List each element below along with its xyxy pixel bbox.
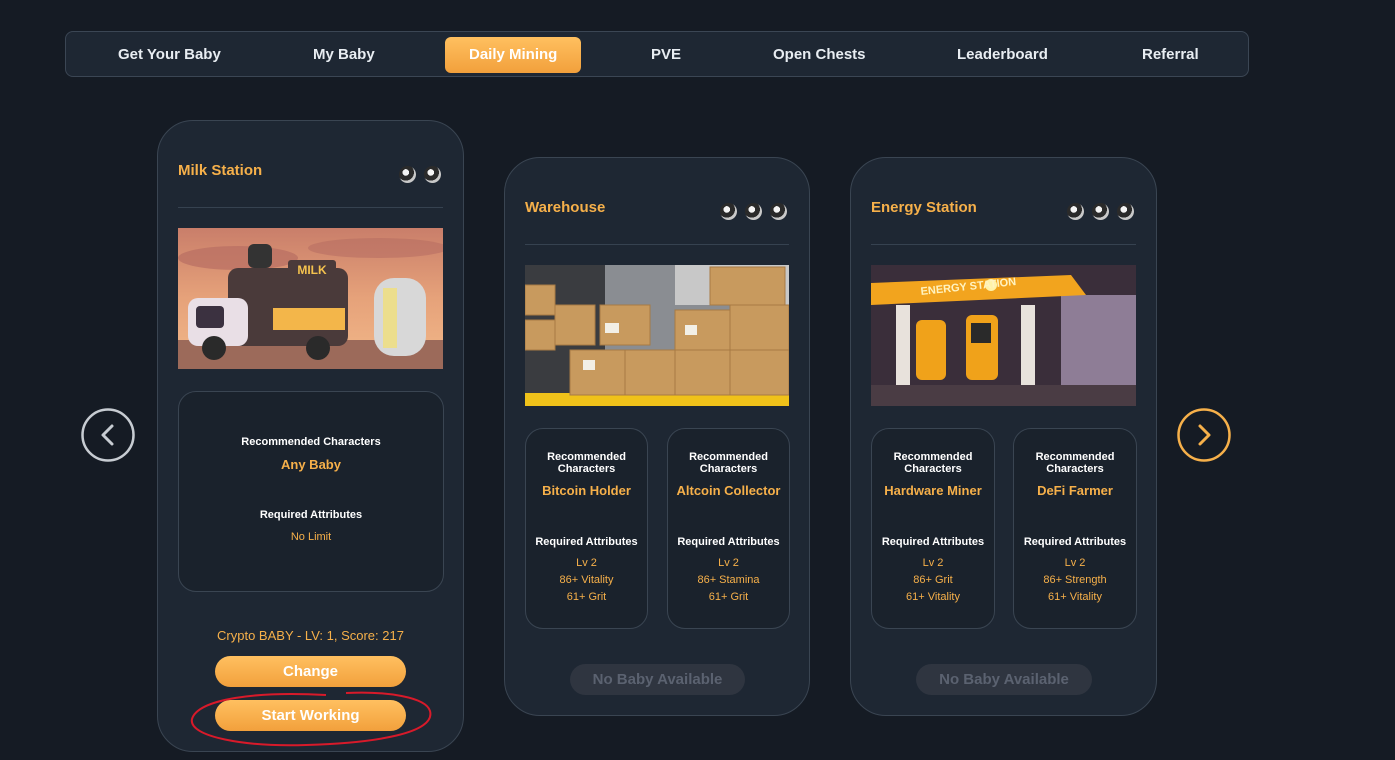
nav-tab-my-baby[interactable]: My Baby (289, 37, 399, 73)
coin-icon (720, 203, 737, 220)
coin-icons (720, 203, 787, 220)
requirements-box: Recommended Characters Bitcoin Holder Re… (525, 428, 648, 629)
coin-icons (399, 166, 441, 183)
coin-icon (1067, 203, 1084, 220)
recommended-label: Recommended Characters (1035, 451, 1115, 475)
attribute-value: Lv 2 (576, 557, 597, 569)
chevron-left-icon (81, 408, 135, 462)
required-attributes-label: Required Attributes (881, 536, 985, 548)
coin-icon (424, 166, 441, 183)
milk-station-image: MILK (178, 228, 443, 369)
top-nav: Get Your Baby My Baby Daily Mining PVE O… (65, 31, 1249, 77)
card-title: Milk Station (178, 162, 263, 179)
mining-card-warehouse: Warehouse Recommended Characters Bitcoin… (504, 157, 810, 716)
coin-icons (1067, 203, 1134, 220)
recommended-value: Bitcoin Holder (542, 483, 631, 498)
recommended-label: Recommended Characters (241, 436, 381, 448)
no-baby-available-button[interactable]: No Baby Available (570, 664, 745, 695)
required-attributes-label: Required Attributes (677, 536, 780, 548)
attribute-value: Lv 2 (1064, 557, 1086, 569)
coin-icon (399, 166, 416, 183)
energy-station-image: ENERGY STATION (871, 265, 1136, 406)
card-title: Energy Station (871, 199, 977, 216)
chevron-right-icon (1177, 408, 1231, 462)
nav-tab-leaderboard[interactable]: Leaderboard (933, 37, 1072, 73)
requirements-box: Recommended Characters DeFi Farmer Requi… (1013, 428, 1137, 629)
recommended-value: Altcoin Collector (676, 483, 781, 498)
requirements-box: Recommended Characters Any Baby Required… (178, 391, 444, 592)
mining-card-milk-station: Milk Station MILK Recommended Characters… (157, 120, 464, 752)
attribute-value: Lv 2 (718, 557, 739, 569)
requirements-box: Recommended Characters Hardware Miner Re… (871, 428, 995, 629)
next-arrow-button[interactable] (1177, 408, 1231, 462)
nav-tab-get-your-baby[interactable]: Get Your Baby (94, 37, 245, 73)
attribute-value: No Limit (290, 531, 332, 543)
divider (178, 207, 443, 208)
nav-tab-referral[interactable]: Referral (1118, 37, 1223, 73)
required-attributes-label: Required Attributes (1023, 536, 1127, 548)
nav-tab-open-chests[interactable]: Open Chests (749, 37, 890, 73)
attribute-value: 86+ Vitality (559, 574, 614, 586)
attribute-value: 86+ Grit (913, 574, 953, 586)
prev-arrow-button[interactable] (81, 408, 135, 462)
no-baby-available-button[interactable]: No Baby Available (916, 664, 1092, 695)
requirements-box: Recommended Characters Altcoin Collector… (667, 428, 790, 629)
attribute-value: 61+ Grit (566, 591, 607, 603)
divider (525, 244, 789, 245)
nav-tab-pve[interactable]: PVE (627, 37, 705, 73)
coin-icon (1117, 203, 1134, 220)
mining-card-energy-station: Energy Station ENERGY STATION Recommende… (850, 157, 1157, 716)
attribute-value: 86+ Strength (1043, 574, 1107, 586)
assigned-baby-info: Crypto BABY - LV: 1, Score: 217 (217, 628, 404, 643)
recommended-value: Hardware Miner (884, 483, 982, 498)
red-annotation-circle (190, 691, 432, 747)
coin-icon (770, 203, 787, 220)
coin-icon (745, 203, 762, 220)
recommended-label: Recommended Characters (689, 451, 768, 475)
recommended-value: DeFi Farmer (1037, 483, 1113, 498)
card-title: Warehouse (525, 199, 606, 216)
change-button[interactable]: Change (215, 656, 406, 687)
coin-icon (1092, 203, 1109, 220)
attribute-value: Lv 2 (922, 557, 944, 569)
required-attributes-label: Required Attributes (259, 509, 363, 521)
divider (871, 244, 1136, 245)
attribute-value: 61+ Vitality (906, 591, 960, 603)
svg-text:MILK: MILK (297, 263, 327, 277)
required-attributes-label: Required Attributes (535, 536, 638, 548)
recommended-label: Recommended Characters (547, 451, 626, 475)
nav-tab-daily-mining[interactable]: Daily Mining (445, 37, 582, 73)
attribute-value: 86+ Stamina (697, 574, 760, 586)
warehouse-image (525, 265, 789, 406)
attribute-value: 61+ Vitality (1048, 591, 1102, 603)
attribute-value: 61+ Grit (708, 591, 749, 603)
recommended-value: Any Baby (281, 457, 341, 472)
recommended-label: Recommended Characters (893, 451, 973, 475)
